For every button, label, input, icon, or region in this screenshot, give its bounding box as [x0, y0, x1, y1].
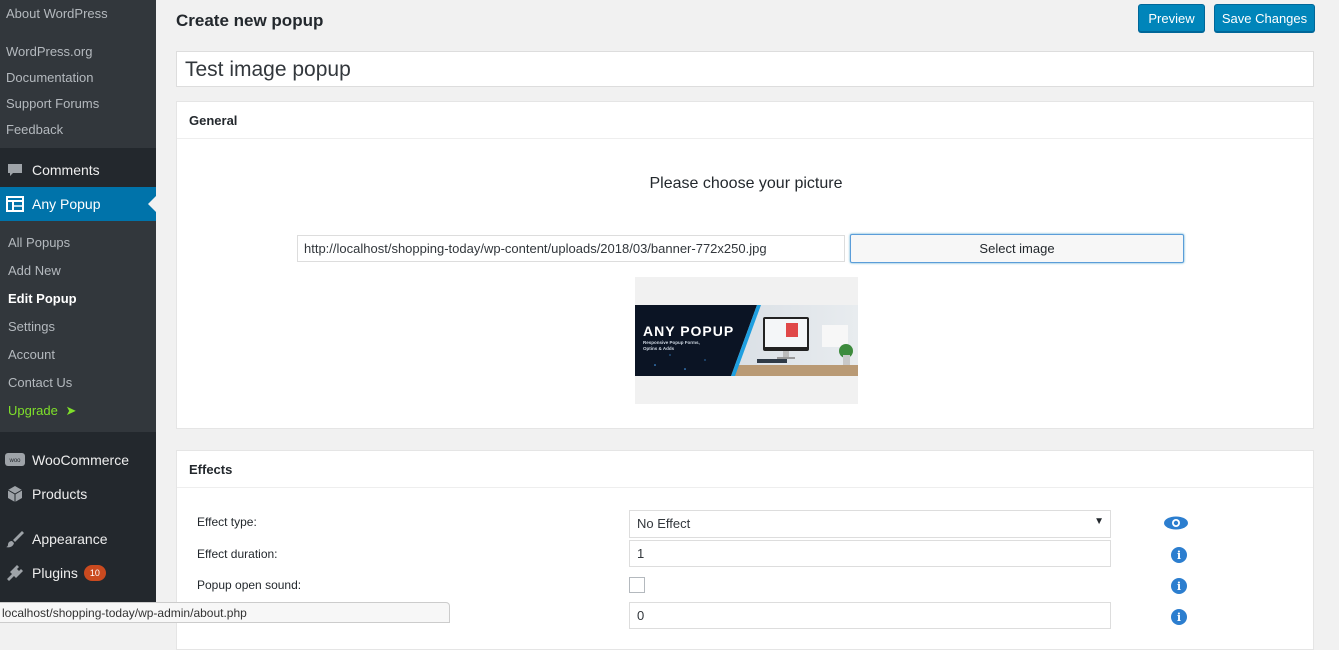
fourth-setting-input[interactable]: 0 — [629, 602, 1111, 629]
dropdown-arrow-icon: ▼ — [1094, 516, 1104, 527]
page-title: Create new popup — [176, 11, 324, 30]
submenu-documentation[interactable]: Documentation — [6, 70, 93, 85]
submenu-feedback[interactable]: Feedback — [6, 122, 63, 137]
banner-title: ANY POPUP — [643, 323, 735, 339]
admin-sidebar: About WordPress WordPress.org Documentat… — [0, 0, 156, 623]
any-popup-submenu: All Popups Add New Edit Popup Settings A… — [0, 221, 156, 432]
submenu-account[interactable]: Account — [8, 347, 55, 362]
general-heading[interactable]: General — [177, 102, 1313, 139]
menu-comments-label: Comments — [32, 162, 100, 178]
submenu-upgrade[interactable]: Upgrade ➤ — [8, 403, 76, 419]
submenu-wordpress-org[interactable]: WordPress.org — [6, 44, 92, 59]
open-sound-checkbox[interactable] — [629, 577, 645, 593]
preview-button[interactable]: Preview — [1138, 4, 1205, 32]
image-preview: ANY POPUP Responsive Popup Forms, Optins… — [635, 277, 858, 404]
submenu-all-popups[interactable]: All Popups — [8, 235, 70, 250]
save-changes-button[interactable]: Save Changes — [1214, 4, 1315, 32]
menu-any-popup[interactable]: Any Popup — [0, 187, 156, 221]
banner-subtitle: Responsive Popup Forms, Optins & Adds — [643, 340, 700, 352]
menu-comments[interactable]: Comments — [0, 153, 156, 187]
submenu-support-forums[interactable]: Support Forums — [6, 96, 99, 111]
submenu-add-new[interactable]: Add New — [8, 263, 61, 278]
general-postbox: General Please choose your picture http:… — [176, 101, 1314, 429]
banner-image: ANY POPUP Responsive Popup Forms, Optins… — [635, 305, 858, 376]
banner-subtitle-line-2: Optins & Adds — [643, 346, 675, 351]
select-image-button[interactable]: Select image — [850, 234, 1184, 263]
menu-appearance[interactable]: Appearance — [0, 522, 156, 556]
dashboard-submenu: About WordPress WordPress.org Documentat… — [0, 0, 156, 148]
preview-eye-icon[interactable] — [1163, 516, 1189, 530]
menu-appearance-label: Appearance — [32, 531, 108, 547]
submenu-about-wordpress[interactable]: About WordPress — [6, 6, 108, 21]
menu-woocommerce-label: WooCommerce — [32, 452, 129, 468]
image-url-input[interactable]: http://localhost/shopping-today/wp-conte… — [297, 235, 845, 262]
menu-woocommerce[interactable]: woo WooCommerce — [0, 443, 156, 477]
open-sound-info-icon[interactable]: i — [1171, 578, 1187, 594]
effects-heading[interactable]: Effects — [177, 451, 1313, 488]
submenu-settings[interactable]: Settings — [8, 319, 55, 334]
effect-duration-input[interactable]: 1 — [629, 540, 1111, 567]
menu-products-label: Products — [32, 486, 88, 502]
effect-type-label: Effect type: — [197, 515, 257, 529]
plugin-icon — [5, 563, 25, 583]
comment-icon — [5, 160, 25, 180]
menu-plugins-label: Plugins — [32, 565, 78, 581]
arrow-right-icon: ➤ — [65, 403, 77, 418]
popup-table-icon — [5, 194, 25, 214]
submenu-contact-us[interactable]: Contact Us — [8, 375, 72, 390]
effect-type-select[interactable]: No Effect ▼ — [629, 510, 1111, 538]
menu-plugins[interactable]: Plugins 10 — [0, 556, 156, 590]
menu-any-popup-label: Any Popup — [32, 196, 101, 212]
paintbrush-icon — [5, 529, 25, 549]
menu-products[interactable]: Products — [0, 477, 156, 511]
open-sound-label: Popup open sound: — [197, 578, 302, 592]
submenu-upgrade-label: Upgrade — [8, 403, 58, 418]
submenu-edit-popup[interactable]: Edit Popup — [8, 291, 77, 306]
products-box-icon — [5, 484, 25, 504]
choose-picture-text: Please choose your picture — [649, 175, 843, 192]
effect-duration-info-icon[interactable]: i — [1171, 547, 1187, 563]
svg-text:woo: woo — [8, 458, 21, 464]
popup-title-input[interactable]: Test image popup — [176, 51, 1314, 87]
woocommerce-icon: woo — [5, 450, 25, 470]
browser-status-bar: localhost/shopping-today/wp-admin/about.… — [0, 602, 450, 623]
effect-duration-label: Effect duration: — [197, 547, 278, 561]
plugins-update-badge: 10 — [83, 565, 106, 581]
effect-type-value: No Effect — [637, 516, 691, 531]
